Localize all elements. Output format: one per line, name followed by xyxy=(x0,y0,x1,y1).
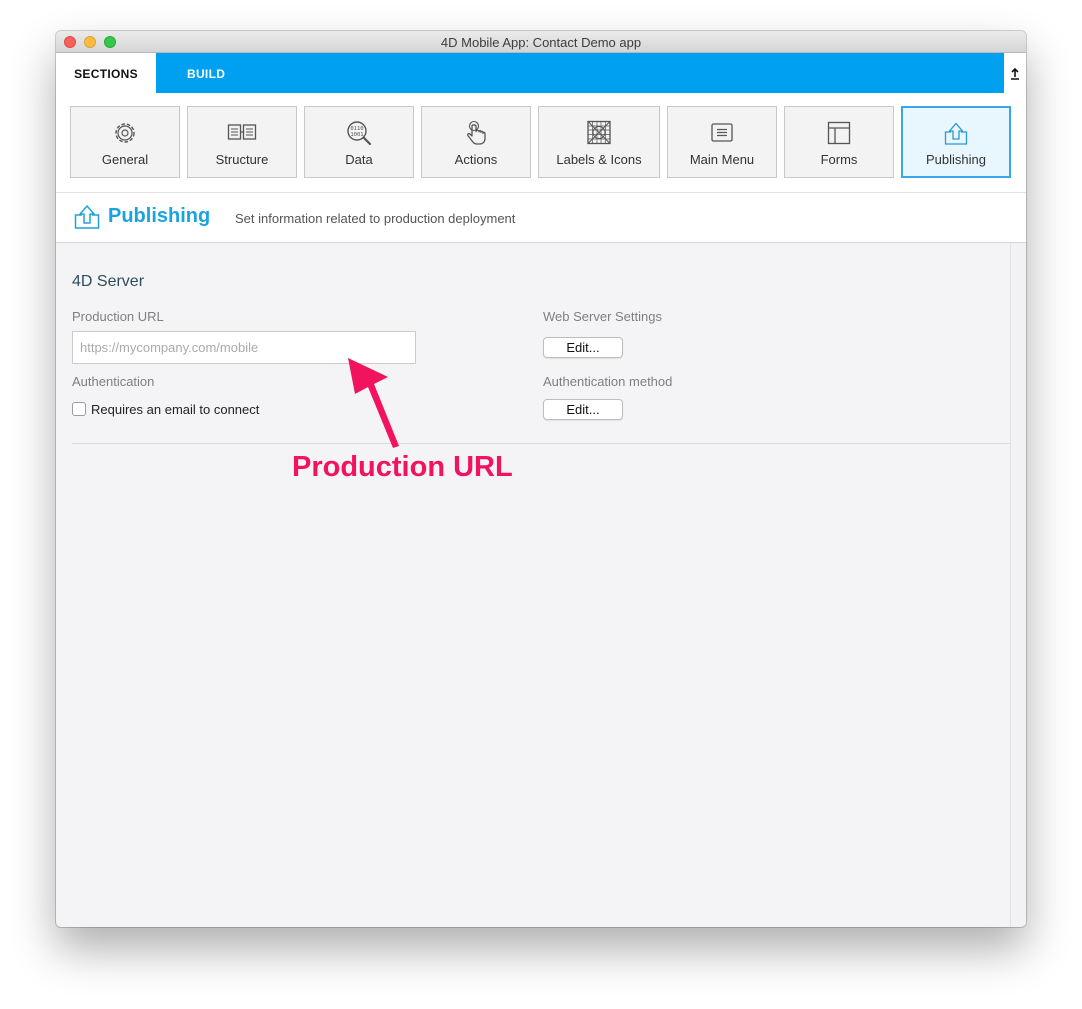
section-main-menu-button[interactable]: Main Menu xyxy=(667,106,777,178)
section-general-button[interactable]: General xyxy=(70,106,180,178)
form-layout-icon xyxy=(827,121,851,145)
window-title: 4D Mobile App: Contact Demo app xyxy=(440,35,642,50)
require-email-checkbox-label[interactable]: Requires an email to connect xyxy=(91,402,259,417)
section-publishing-button[interactable]: Publishing xyxy=(901,106,1011,178)
gear-icon xyxy=(115,123,135,143)
group-title-4d-server: 4D Server xyxy=(72,273,145,290)
section-label: Forms xyxy=(820,152,858,167)
top-tab-bar: SECTIONS BUILD xyxy=(56,53,1026,93)
web-server-settings-label: Web Server Settings xyxy=(543,309,662,324)
authentication-label: Authentication xyxy=(72,374,155,389)
vertical-scrollbar[interactable] xyxy=(1010,243,1026,927)
export-arrow-icon xyxy=(1011,67,1019,80)
section-label: Publishing xyxy=(926,152,986,167)
menu-list-icon xyxy=(711,123,733,142)
app-window: 4D Mobile App: Contact Demo app SECTIONS… xyxy=(56,31,1026,927)
page-subtitle: Set information related to production de… xyxy=(235,211,516,226)
section-forms-button[interactable]: Forms xyxy=(784,106,894,178)
tab-sections[interactable]: SECTIONS xyxy=(56,53,156,93)
upload-tray-icon xyxy=(944,122,968,145)
data-magnifier-icon: 0110 1001 xyxy=(347,121,372,146)
authentication-method-edit-button[interactable]: Edit... xyxy=(543,399,623,420)
publishing-form: 4D Server Production URL Authentication … xyxy=(56,243,1010,927)
section-header: Publishing Set information related to pr… xyxy=(56,193,1026,243)
tab-build[interactable]: BUILD xyxy=(187,53,225,93)
web-server-edit-button[interactable]: Edit... xyxy=(543,337,623,358)
svg-text:1001: 1001 xyxy=(350,132,363,138)
section-actions-button[interactable]: Actions xyxy=(421,106,531,178)
tab-bar-accent-strip xyxy=(156,53,1004,93)
section-label: Main Menu xyxy=(689,152,755,167)
page-title: Publishing xyxy=(108,205,211,227)
section-label: Actions xyxy=(454,152,498,167)
labels-icons-grid-icon xyxy=(587,120,611,145)
sections-toolbar: General Structure 0110 1001 Data Actions… xyxy=(56,93,1026,193)
section-structure-button[interactable]: Structure xyxy=(187,106,297,178)
section-label: Labels & Icons xyxy=(556,152,642,167)
title-bar: 4D Mobile App: Contact Demo app xyxy=(56,31,1026,53)
require-email-checkbox[interactable] xyxy=(72,402,86,416)
export-button[interactable] xyxy=(1004,53,1026,93)
section-label: General xyxy=(101,152,149,167)
production-url-label: Production URL xyxy=(72,309,164,324)
section-data-button[interactable]: 0110 1001 Data xyxy=(304,106,414,178)
section-label: Data xyxy=(345,152,373,167)
structure-icon xyxy=(227,124,257,140)
section-label: Structure xyxy=(215,152,269,167)
upload-tray-icon xyxy=(74,205,100,229)
section-labels-icons-button[interactable]: Labels & Icons xyxy=(538,106,660,178)
pointing-hand-icon xyxy=(467,120,486,145)
authentication-method-label: Authentication method xyxy=(543,374,673,389)
section-divider xyxy=(72,443,1010,444)
production-url-input[interactable] xyxy=(72,331,416,364)
